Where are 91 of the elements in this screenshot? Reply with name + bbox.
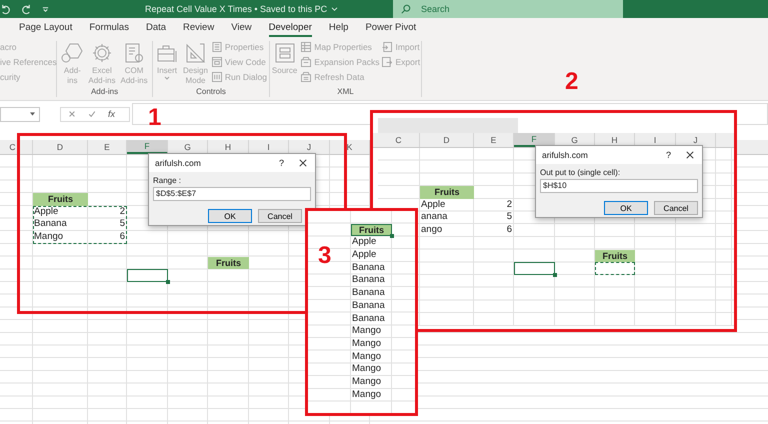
- table-cell-text: Apple: [420, 198, 446, 212]
- table-cell-text: Mango: [351, 363, 382, 376]
- ribbon-tab[interactable]: Help: [328, 20, 348, 36]
- field-label: Out put to (single cell):: [540, 168, 622, 177]
- input-field[interactable]: $H$10: [540, 179, 698, 193]
- caret-icon: [164, 76, 170, 80]
- group-label: Controls: [196, 87, 226, 96]
- ruler-triangle-icon: [184, 42, 206, 64]
- code-window-icon: [212, 57, 222, 67]
- input-field[interactable]: $D$5:$E$7: [153, 187, 311, 201]
- dialog-title: arifulsh.com: [542, 150, 589, 160]
- annotation-number: 2: [565, 70, 578, 94]
- table-cell-text: Mango: [33, 231, 64, 244]
- table-cell-text: Apple: [351, 249, 378, 262]
- column-header[interactable]: D: [420, 133, 474, 147]
- table-header-cell: Fruits: [420, 186, 474, 199]
- table-cell-text: ango: [420, 224, 444, 237]
- table-cell-text: 6: [506, 224, 513, 237]
- customize-icon[interactable]: [42, 6, 49, 12]
- close-icon[interactable]: [299, 159, 307, 167]
- export-icon: [382, 57, 392, 67]
- field-label: Range :: [153, 176, 182, 185]
- properties-icon: [212, 42, 222, 52]
- import-icon: [382, 42, 392, 52]
- column-header[interactable]: F: [514, 133, 555, 147]
- table-icon: [301, 42, 312, 52]
- column-header[interactable]: F: [127, 140, 168, 154]
- dialog-button[interactable]: Cancel: [258, 209, 302, 223]
- table-cell-text: Banana: [351, 262, 386, 274]
- table-cell-text: 5: [118, 218, 126, 232]
- dialog-button[interactable]: OK: [208, 209, 252, 223]
- table-header-cell: Fruits: [351, 224, 392, 236]
- help-button[interactable]: ?: [279, 158, 299, 168]
- task-pane-icon: [274, 42, 296, 64]
- table-cell-text: Banana: [351, 300, 386, 312]
- ribbon-tab[interactable]: Formulas: [89, 20, 129, 36]
- ribbon-tab[interactable]: Power Pivot: [365, 20, 416, 36]
- table-header-cell: Fruits: [208, 256, 249, 270]
- table-cell-text: Banana: [351, 287, 386, 300]
- table-header-cell: Fruits: [595, 250, 635, 262]
- dialog-button[interactable]: Cancel: [654, 201, 698, 215]
- cell-cursor: [514, 262, 555, 275]
- insert-function-button[interactable]: fx: [108, 109, 116, 119]
- table-header-cell: Fruits: [33, 193, 88, 206]
- close-icon[interactable]: [686, 151, 694, 159]
- table-cell-text: Mango: [351, 325, 382, 338]
- table-cell-text: Banana: [33, 218, 68, 232]
- window-title: Repeat Cell Value X Times • Saved to this PC: [145, 4, 328, 14]
- column-header[interactable]: C: [378, 133, 420, 147]
- table-cell-text: Mango: [351, 338, 382, 351]
- table-cell-text: Banana: [351, 312, 386, 326]
- add-ins-icon: [61, 42, 84, 64]
- package-icon: [301, 57, 312, 67]
- cancel-icon[interactable]: [68, 110, 76, 118]
- table-cell-text: Mango: [351, 376, 382, 389]
- table-cell-text: 2: [506, 198, 513, 212]
- cell-cursor: [127, 269, 168, 282]
- table-cell-text: Apple: [33, 206, 60, 218]
- search-icon: [401, 4, 411, 14]
- redo-icon[interactable]: [21, 4, 32, 14]
- enter-icon[interactable]: [88, 110, 96, 118]
- ribbon-tab[interactable]: Data: [146, 20, 166, 36]
- undo-icon[interactable]: [0, 4, 11, 14]
- data-icon: [301, 72, 312, 82]
- search-field[interactable]: Search: [393, 0, 623, 18]
- group-label: XML: [337, 87, 354, 96]
- help-button[interactable]: ?: [666, 150, 686, 160]
- table-cell-text: Mango: [351, 350, 382, 364]
- table-cell-text: 5: [506, 211, 513, 224]
- table-cell-text: anana: [420, 211, 448, 224]
- dialog-button[interactable]: OK: [604, 201, 648, 215]
- annotation-number: 1: [148, 106, 162, 130]
- gear-icon: [90, 42, 113, 64]
- copy-marquee: [595, 262, 635, 275]
- column-header[interactable]: C: [0, 140, 33, 154]
- document-gear-icon: [123, 42, 146, 64]
- dialog-icon: [212, 72, 222, 82]
- table-cell-text: Banana: [351, 274, 386, 288]
- table-cell-text: 2: [118, 206, 126, 218]
- annotation-number: 3: [318, 244, 332, 268]
- dropdown-icon: [30, 112, 35, 116]
- ribbon-tab[interactable]: Page Layout: [19, 20, 72, 36]
- chevron-icon[interactable]: [331, 6, 338, 12]
- column-header[interactable]: D: [33, 140, 88, 154]
- ribbon-tab[interactable]: Review: [183, 20, 214, 36]
- ribbon-tab[interactable]: View: [231, 20, 252, 36]
- dialog-title: arifulsh.com: [155, 158, 202, 168]
- table-cell-text: 6: [118, 231, 126, 244]
- table-cell-text: Mango: [351, 388, 382, 402]
- table-cell-text: Apple: [351, 236, 378, 250]
- group-label: Add-ins: [90, 87, 118, 96]
